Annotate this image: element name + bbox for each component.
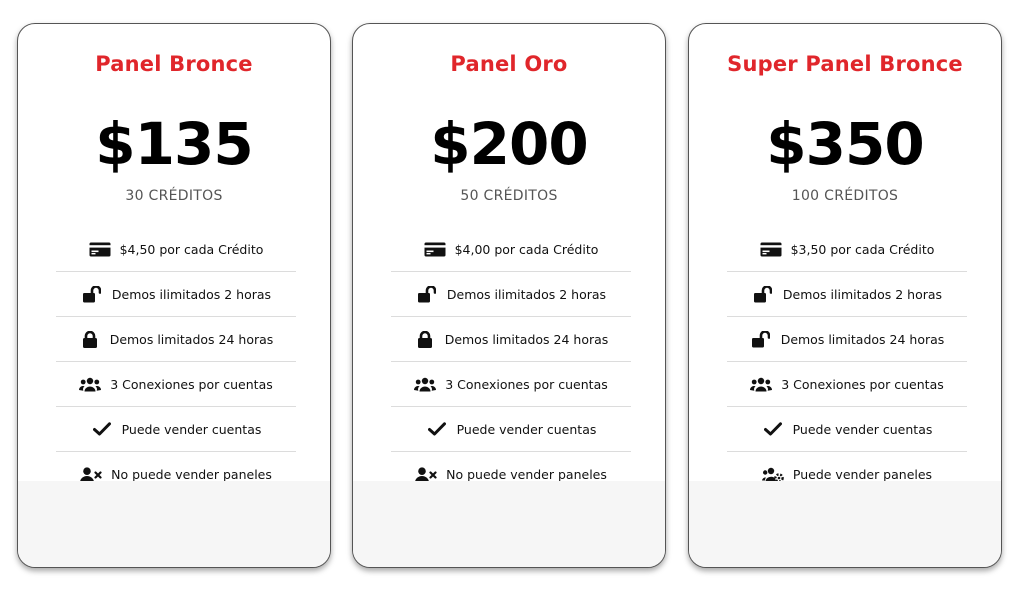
unlock-icon bbox=[81, 285, 103, 303]
pricing-card-panel-oro: Panel Oro $200 50 CRÉDITOS $4,00 por cad… bbox=[352, 23, 666, 568]
feature-text: No puede vender paneles bbox=[111, 467, 272, 482]
unlock-icon bbox=[752, 285, 774, 303]
feature-item: 3 Conexiones por cuentas bbox=[391, 362, 631, 407]
plan-credits: 50 CRÉDITOS bbox=[460, 188, 558, 204]
feature-text: 3 Conexiones por cuentas bbox=[445, 376, 608, 392]
plan-title: Super Panel Bronce bbox=[727, 52, 963, 76]
feature-item: Demos ilimitados 2 horas bbox=[56, 272, 296, 317]
feature-text: No puede vender paneles bbox=[446, 467, 607, 482]
feature-list: $4,00 por cada Crédito Demos ilimitados … bbox=[391, 227, 631, 497]
plan-price: $200 bbox=[430, 110, 588, 178]
feature-item: Demos ilimitados 2 horas bbox=[727, 272, 967, 317]
lock-icon bbox=[79, 330, 101, 348]
feature-item: Demos limitados 24 horas bbox=[56, 317, 296, 362]
feature-text: Demos ilimitados 2 horas bbox=[446, 286, 607, 302]
plan-credits: 30 CRÉDITOS bbox=[125, 188, 223, 204]
plan-title: Panel Bronce bbox=[95, 52, 253, 76]
unlock-icon bbox=[416, 285, 438, 303]
plan-title: Panel Oro bbox=[450, 52, 568, 76]
feature-text: Demos ilimitados 2 horas bbox=[782, 286, 943, 302]
feature-item: 3 Conexiones por cuentas bbox=[727, 362, 967, 407]
feature-list: $4,50 por cada Crédito Demos ilimitados … bbox=[56, 227, 296, 497]
feature-text: 3 Conexiones por cuentas bbox=[110, 376, 273, 392]
pricing-card-panel-bronce: Panel Bronce $135 30 CRÉDITOS $4,50 por … bbox=[17, 23, 331, 568]
card-footer bbox=[18, 481, 330, 567]
pricing-card-super-panel-bronce: Super Panel Bronce $350 100 CRÉDITOS $3,… bbox=[688, 23, 1002, 568]
plan-price: $350 bbox=[766, 110, 924, 178]
feature-text: 3 Conexiones por cuentas bbox=[781, 376, 944, 392]
card-footer bbox=[353, 481, 665, 567]
feature-text: Puede vender paneles bbox=[792, 467, 933, 482]
feature-item: $3,50 por cada Crédito bbox=[727, 227, 967, 272]
feature-text: $4,00 por cada Crédito bbox=[454, 241, 599, 257]
feature-text: Demos ilimitados 2 horas bbox=[111, 286, 272, 302]
card-footer bbox=[689, 481, 1001, 567]
credit-card-icon bbox=[760, 240, 782, 258]
credit-card-icon bbox=[89, 240, 111, 258]
users-icon bbox=[750, 375, 773, 393]
users-icon bbox=[79, 375, 102, 393]
feature-text: $4,50 por cada Crédito bbox=[119, 241, 264, 257]
feature-item: Puede vender cuentas bbox=[727, 407, 967, 452]
feature-text: $3,50 por cada Crédito bbox=[790, 241, 935, 257]
plan-price: $135 bbox=[95, 110, 253, 178]
plan-credits: 100 CRÉDITOS bbox=[791, 188, 899, 204]
users-icon bbox=[414, 375, 437, 393]
feature-item: Demos ilimitados 2 horas bbox=[391, 272, 631, 317]
feature-text: Puede vender cuentas bbox=[792, 421, 933, 437]
feature-text: Demos limitados 24 horas bbox=[444, 331, 609, 347]
feature-item: Puede vender cuentas bbox=[56, 407, 296, 452]
feature-item: 3 Conexiones por cuentas bbox=[56, 362, 296, 407]
feature-item: Demos limitados 24 horas bbox=[727, 317, 967, 362]
credit-card-icon bbox=[424, 240, 446, 258]
unlock-icon bbox=[750, 330, 772, 348]
pricing-cards: Panel Bronce $135 30 CRÉDITOS $4,50 por … bbox=[0, 0, 1030, 593]
feature-item: Puede vender cuentas bbox=[391, 407, 631, 452]
feature-item: $4,50 por cada Crédito bbox=[56, 227, 296, 272]
check-icon bbox=[762, 420, 784, 438]
check-icon bbox=[426, 420, 448, 438]
feature-text: Puede vender cuentas bbox=[456, 421, 597, 437]
feature-text: Puede vender cuentas bbox=[121, 421, 262, 437]
feature-item: $4,00 por cada Crédito bbox=[391, 227, 631, 272]
feature-item: Demos limitados 24 horas bbox=[391, 317, 631, 362]
feature-list: $3,50 por cada Crédito Demos ilimitados … bbox=[727, 227, 967, 497]
check-icon bbox=[91, 420, 113, 438]
lock-icon bbox=[414, 330, 436, 348]
feature-text: Demos limitados 24 horas bbox=[780, 331, 945, 347]
feature-text: Demos limitados 24 horas bbox=[109, 331, 274, 347]
